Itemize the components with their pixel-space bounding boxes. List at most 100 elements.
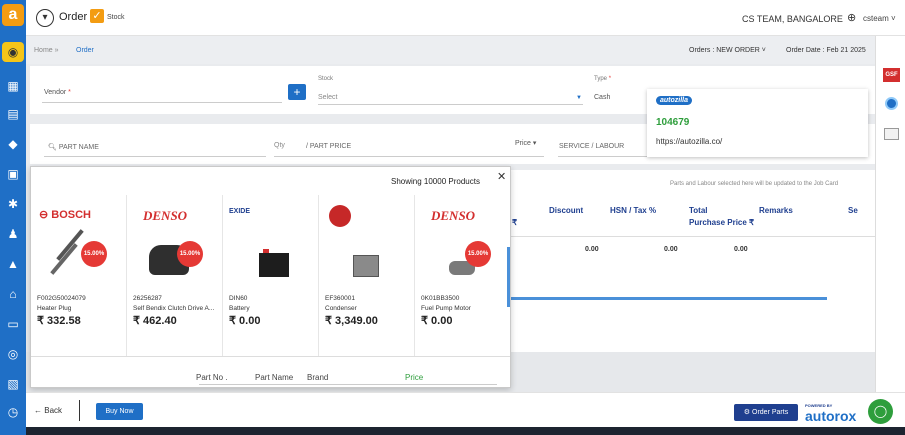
chat-icon[interactable]: ◯ (868, 399, 893, 424)
tax-value: 0.00 (664, 246, 678, 253)
globe-icon[interactable]: ⊕ (847, 11, 856, 24)
product-brand: EXIDE (229, 208, 251, 215)
discount-value: 0.00 (585, 246, 599, 253)
discount-header: Discount (549, 206, 584, 215)
qty-input[interactable]: Qty (274, 142, 285, 149)
product-price: ₹ 3,349.00 (325, 315, 378, 327)
report-icon[interactable]: ▧ (5, 376, 21, 392)
back-button[interactable]: ← Back (34, 406, 62, 415)
product-price: ₹ 0.00 (421, 315, 453, 327)
stock-label: Stock (318, 76, 334, 82)
users-icon[interactable]: ♟ (5, 226, 21, 242)
orders-select[interactable]: Orders : NEW ORDER ˅ (689, 47, 766, 54)
close-icon[interactable]: ✕ (497, 170, 506, 183)
product-name: Heater Plug (37, 305, 72, 312)
user-menu[interactable]: csteam ˅ (863, 14, 896, 23)
column-part-name[interactable]: Part Name (255, 373, 293, 382)
product-brand: DENSO (143, 208, 188, 223)
total-header: Total (689, 206, 708, 215)
product-code: 0K01BB3500 (421, 295, 460, 302)
product-name: Condenser (325, 305, 357, 312)
product-code: DIN60 (229, 295, 248, 302)
column-brand[interactable]: Brand (307, 373, 328, 382)
total-value: 0.00 (734, 246, 748, 253)
circle-icon[interactable] (885, 97, 898, 110)
product-image (353, 255, 379, 277)
app-logo[interactable]: a (2, 4, 24, 26)
brand-seal-icon (329, 205, 351, 227)
vendor-field[interactable]: Vendor * (44, 89, 71, 96)
add-vendor-button[interactable]: + (288, 84, 306, 100)
autorox-logo: autorox (805, 408, 857, 424)
product-card[interactable]: EXIDE DIN60 Battery ₹ 0.00 (223, 195, 319, 356)
supplier-popover: autozilla 104679 https://autozilla.co/ (647, 89, 868, 157)
remarks-header: Remarks (759, 206, 793, 215)
notification-icon[interactable]: ▲ (5, 256, 21, 272)
taskbar-strip (26, 427, 905, 435)
bottom-bar: ← Back Buy Now ⚙ Order Parts POWERED BY … (26, 392, 905, 427)
document-icon[interactable]: ▤ (5, 106, 21, 122)
price-select[interactable]: Price ▾ (515, 139, 536, 147)
product-name: Fuel Pump Motor (421, 305, 471, 312)
user-name: csteam (863, 14, 889, 23)
team-name: CS TEAM, BANGALORE (742, 14, 843, 24)
product-brand: DENSO (431, 208, 476, 223)
product-code: 26256287 (133, 295, 162, 302)
image-icon[interactable] (884, 128, 899, 140)
product-card[interactable]: DENSO 15.00% 26256287 Self Bendix Clutch… (127, 195, 223, 356)
hsn-tax-header: HSN / Tax % (610, 206, 657, 215)
product-panel: Showing 10000 Products ✕ ⊖ BOSCH 15.00% … (30, 166, 511, 388)
gsf-logo[interactable]: GSF (883, 68, 900, 82)
inventory-icon[interactable]: ▣ (5, 166, 21, 182)
breadcrumb: Home » Order Orders : NEW ORDER ˅ Order … (26, 36, 875, 64)
top-bar: ▾ Order ✓ Stock CS TEAM, BANGALORE ⊕ cst… (26, 0, 905, 36)
settings-icon[interactable]: ✱ (5, 196, 21, 212)
cart-icon[interactable]: ▾ (36, 9, 54, 27)
part-price-input[interactable]: / PART PRICE (306, 143, 351, 150)
product-code: EF360001 (325, 295, 355, 302)
account-icon[interactable]: ◉ (2, 42, 24, 62)
column-part-no[interactable]: Part No . (196, 373, 228, 382)
service-labour-input[interactable]: SERVICE / LABOUR (559, 143, 624, 150)
tag-icon[interactable]: ◆ (5, 136, 21, 152)
panel-scrollbar[interactable] (507, 247, 510, 307)
discount-badge: 15.00% (465, 241, 491, 267)
product-card[interactable]: DENSO 15.00% 0K01BB3500 Fuel Pump Motor … (415, 195, 511, 356)
part-name-input[interactable]: 🔍︎ PART NAME (48, 143, 99, 151)
calendar-icon[interactable]: ▦ (5, 78, 21, 94)
stock-select[interactable]: Select (318, 94, 337, 101)
currency-icon[interactable]: ◎ (5, 346, 21, 362)
type-label: Type * (594, 76, 612, 82)
id-icon[interactable]: ▭ (5, 316, 21, 332)
order-date: Order Date : Feb 21 2025 (786, 47, 866, 54)
product-price: ₹ 462.40 (133, 315, 177, 327)
discount-badge: 15.00% (81, 241, 107, 267)
breadcrumb-home[interactable]: Home » (34, 47, 59, 54)
right-tools: GSF (875, 36, 905, 396)
se-header: Se (848, 206, 858, 215)
buy-now-button[interactable]: Buy Now (96, 403, 143, 420)
breadcrumb-current: Order (76, 47, 94, 54)
type-select[interactable]: Cash (594, 94, 610, 101)
checkbox-icon[interactable]: ✓ (90, 9, 104, 23)
column-price[interactable]: Price (405, 373, 423, 382)
stock-label: Stock (107, 14, 125, 21)
chevron-down-icon: ▼ (576, 95, 582, 101)
product-name: Self Bendix Clutch Drive A... (133, 305, 215, 312)
supplier-url[interactable]: https://autozilla.co/ (656, 137, 722, 146)
product-card[interactable]: ⊖ BOSCH 15.00% F002G50024079 Heater Plug… (31, 195, 127, 356)
order-parts-button[interactable]: ⚙ Order Parts (734, 404, 798, 421)
home-icon[interactable]: ⌂ (5, 286, 21, 302)
job-card-note: Parts and Labour selected here will be u… (670, 181, 839, 187)
product-image (259, 253, 289, 277)
product-card[interactable]: EF360001 Condenser ₹ 3,349.00 (319, 195, 415, 356)
page-title: Order (59, 11, 88, 23)
product-code: F002G50024079 (37, 295, 86, 302)
product-name: Battery (229, 305, 250, 312)
left-sidebar: a ◉ ▦ ▤ ◆ ▣ ✱ ♟ ▲ ⌂ ▭ ◎ ▧ ◷ (0, 0, 26, 435)
scroll-progress[interactable] (510, 297, 827, 300)
product-price: ₹ 0.00 (229, 315, 261, 327)
product-image (56, 229, 84, 261)
product-price: ₹ 332.58 (37, 315, 81, 327)
timer-icon[interactable]: ◷ (5, 404, 21, 420)
